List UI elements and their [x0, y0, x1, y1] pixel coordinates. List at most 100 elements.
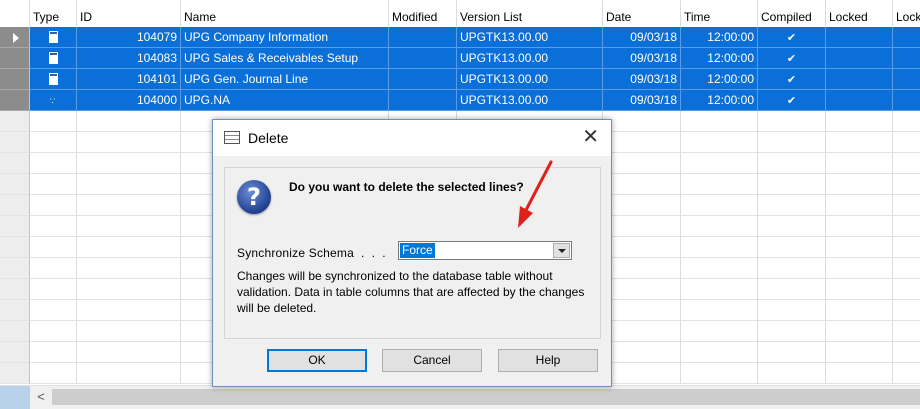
- cell-date[interactable]: [603, 363, 681, 384]
- cell-locked-by[interactable]: [893, 258, 920, 279]
- cell-locked[interactable]: [826, 153, 893, 174]
- cell-name[interactable]: UPG Sales & Receivables Setup: [181, 48, 389, 69]
- cell-date[interactable]: 09/03/18: [603, 48, 681, 69]
- cell-locked-by[interactable]: [893, 237, 920, 258]
- cell-name[interactable]: UPG.NA: [181, 90, 389, 111]
- cell-time[interactable]: [681, 363, 758, 384]
- cell-compiled[interactable]: [758, 342, 826, 363]
- cell-time[interactable]: [681, 111, 758, 132]
- cell-time[interactable]: [681, 237, 758, 258]
- cell-id[interactable]: 104083: [77, 48, 181, 69]
- cell-time[interactable]: [681, 258, 758, 279]
- cell-modified[interactable]: [389, 69, 457, 90]
- cell-type[interactable]: [30, 237, 77, 258]
- row-selector[interactable]: [0, 90, 30, 111]
- cell-time[interactable]: [681, 321, 758, 342]
- cell-locked[interactable]: [826, 174, 893, 195]
- cell-locked-by[interactable]: [893, 342, 920, 363]
- cell-locked[interactable]: [826, 111, 893, 132]
- cell-id[interactable]: [77, 174, 181, 195]
- cell-locked[interactable]: [826, 237, 893, 258]
- header-version-list[interactable]: Version List: [457, 0, 603, 27]
- row-selector[interactable]: [0, 111, 30, 132]
- cell-compiled[interactable]: ✔: [758, 90, 826, 111]
- table-row[interactable]: 104083 UPG Sales & Receivables Setup UPGTK…: [0, 48, 920, 69]
- cell-date[interactable]: 09/03/18: [603, 69, 681, 90]
- cell-compiled[interactable]: ✔: [758, 69, 826, 90]
- cell-locked-by[interactable]: [893, 27, 920, 48]
- cell-date[interactable]: [603, 300, 681, 321]
- chevron-down-icon[interactable]: [553, 243, 570, 258]
- cell-id[interactable]: 104101: [77, 69, 181, 90]
- cell-type[interactable]: [30, 216, 77, 237]
- dialog-titlebar[interactable]: Delete ✕: [213, 120, 611, 156]
- cell-locked-by[interactable]: [893, 279, 920, 300]
- cell-compiled[interactable]: [758, 132, 826, 153]
- row-selector[interactable]: [0, 27, 30, 48]
- cell-date[interactable]: [603, 153, 681, 174]
- help-button[interactable]: Help: [498, 349, 598, 372]
- header-type[interactable]: Type: [30, 0, 77, 27]
- cell-time[interactable]: [681, 216, 758, 237]
- cell-date[interactable]: [603, 216, 681, 237]
- cell-id[interactable]: [77, 195, 181, 216]
- table-row[interactable]: ∵ 104000 UPG.NA UPGTK13.00.00 09/03/18 12:00:…: [0, 90, 920, 111]
- row-selector[interactable]: [0, 174, 30, 195]
- row-selector[interactable]: [0, 300, 30, 321]
- table-row[interactable]: 104101 UPG Gen. Journal Line UPGTK13.00.00…: [0, 69, 920, 90]
- header-name[interactable]: Name: [181, 0, 389, 27]
- cell-locked[interactable]: [826, 321, 893, 342]
- cell-id[interactable]: [77, 363, 181, 384]
- cell-type[interactable]: [30, 342, 77, 363]
- cell-type[interactable]: [30, 111, 77, 132]
- cell-locked[interactable]: [826, 363, 893, 384]
- header-locked[interactable]: Locked: [826, 0, 893, 27]
- cell-compiled[interactable]: ✔: [758, 27, 826, 48]
- cell-time[interactable]: 12:00:00: [681, 27, 758, 48]
- cell-id[interactable]: [77, 153, 181, 174]
- cell-locked[interactable]: [826, 27, 893, 48]
- cell-version-list[interactable]: UPGTK13.00.00: [457, 90, 603, 111]
- header-id[interactable]: ID: [77, 0, 181, 27]
- cell-time[interactable]: [681, 195, 758, 216]
- cell-compiled[interactable]: [758, 279, 826, 300]
- row-selector[interactable]: [0, 195, 30, 216]
- header-date[interactable]: Date: [603, 0, 681, 27]
- cell-date[interactable]: [603, 111, 681, 132]
- cell-locked[interactable]: [826, 300, 893, 321]
- cancel-button[interactable]: Cancel: [382, 349, 482, 372]
- cell-locked-by[interactable]: [893, 195, 920, 216]
- cell-date[interactable]: 09/03/18: [603, 90, 681, 111]
- cell-id[interactable]: [77, 111, 181, 132]
- cell-type[interactable]: [30, 258, 77, 279]
- row-selector[interactable]: [0, 48, 30, 69]
- cell-date[interactable]: [603, 258, 681, 279]
- cell-id[interactable]: [77, 300, 181, 321]
- scroll-left-icon[interactable]: <: [30, 386, 52, 408]
- cell-id[interactable]: [77, 321, 181, 342]
- cell-date[interactable]: [603, 237, 681, 258]
- cell-locked-by[interactable]: [893, 132, 920, 153]
- row-selector[interactable]: [0, 363, 30, 384]
- cell-type[interactable]: [30, 300, 77, 321]
- cell-date[interactable]: [603, 174, 681, 195]
- row-selector[interactable]: [0, 279, 30, 300]
- cell-compiled[interactable]: [758, 258, 826, 279]
- cell-compiled[interactable]: [758, 300, 826, 321]
- header-modified[interactable]: Modified: [389, 0, 457, 27]
- cell-locked[interactable]: [826, 132, 893, 153]
- cell-time[interactable]: 12:00:00: [681, 90, 758, 111]
- header-locked-by[interactable]: Lock: [893, 0, 920, 27]
- cell-locked[interactable]: [826, 195, 893, 216]
- cell-name[interactable]: UPG Gen. Journal Line: [181, 69, 389, 90]
- cell-type[interactable]: [30, 363, 77, 384]
- cell-date[interactable]: [603, 321, 681, 342]
- cell-date[interactable]: [603, 132, 681, 153]
- horizontal-scrollbar[interactable]: <: [0, 385, 920, 409]
- cell-type[interactable]: [30, 195, 77, 216]
- cell-time[interactable]: [681, 342, 758, 363]
- cell-type[interactable]: [30, 132, 77, 153]
- cell-version-list[interactable]: UPGTK13.00.00: [457, 27, 603, 48]
- cell-compiled[interactable]: [758, 363, 826, 384]
- cell-time[interactable]: 12:00:00: [681, 69, 758, 90]
